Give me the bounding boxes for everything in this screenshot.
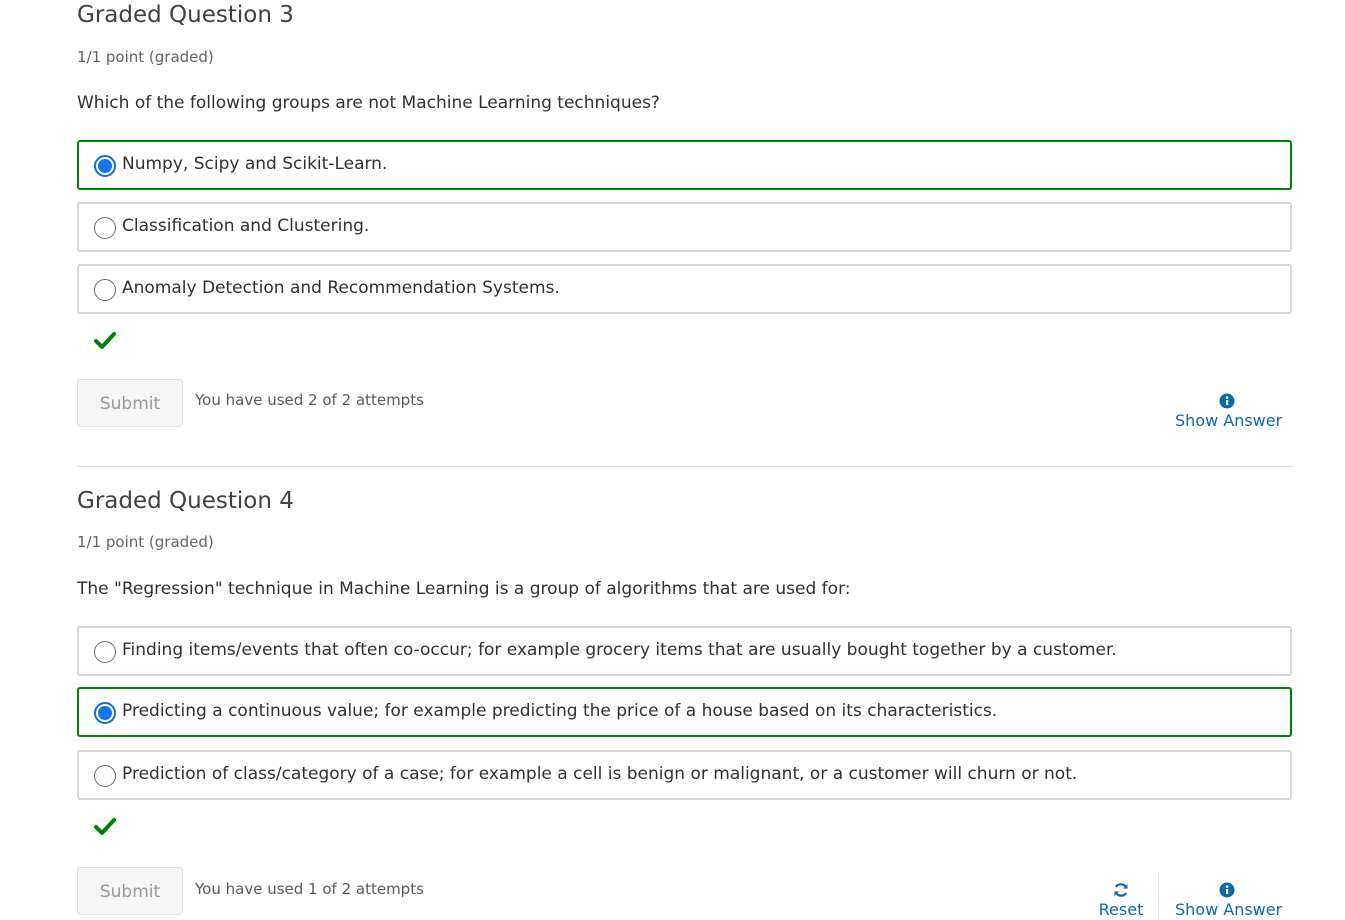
choice-option[interactable]: Numpy, Scipy and Scikit-Learn. [77,140,1292,190]
choice-option[interactable]: Anomaly Detection and Recommendation Sys… [77,264,1292,314]
question-4: Graded Question 4 1/1 point (graded) The… [77,486,1292,920]
divider [77,466,1292,467]
radio-button[interactable] [94,641,116,663]
reset-button[interactable]: Reset [1093,882,1149,919]
checkmark-icon [94,818,116,835]
show-answer-label: Show Answer [1175,900,1283,919]
refresh-icon [1114,883,1128,897]
info-icon [1219,393,1235,409]
choice-label: Numpy, Scipy and Scikit-Learn. [122,154,388,174]
action-separator [1158,872,1159,920]
question-points: 1/1 point (graded) [77,48,214,66]
choice-option[interactable]: Classification and Clustering. [77,202,1292,252]
choice-label: Prediction of class/category of a case; … [122,764,1078,784]
attempts-text: You have used 1 of 2 attempts [195,880,424,898]
attempts-text: You have used 2 of 2 attempts [195,391,424,409]
radio-button[interactable] [94,765,116,787]
question-text: The "Regression" technique in Machine Le… [77,579,851,599]
radio-button-selected[interactable] [94,702,116,724]
choice-label: Finding items/events that often co-occur… [122,640,1117,660]
submit-button[interactable]: Submit [77,379,183,427]
radio-button-selected[interactable] [94,155,116,177]
question-title: Graded Question 3 [77,2,294,28]
question-text: Which of the following groups are not Ma… [77,93,660,113]
choice-option[interactable]: Prediction of class/category of a case; … [77,750,1292,800]
radio-button[interactable] [94,279,116,301]
show-answer-button[interactable]: Show Answer [1175,882,1283,919]
question-points: 1/1 point (graded) [77,533,214,551]
question-3: Graded Question 3 1/1 point (graded) Whi… [77,0,1292,460]
choice-option[interactable]: Predicting a continuous value; for examp… [77,687,1292,737]
choice-label: Anomaly Detection and Recommendation Sys… [122,278,560,298]
info-icon [1219,882,1235,898]
choice-label: Predicting a continuous value; for examp… [122,701,998,721]
show-answer-label: Show Answer [1175,411,1283,430]
choice-label: Classification and Clustering. [122,216,370,236]
show-answer-button[interactable]: Show Answer [1175,393,1283,430]
choice-option[interactable]: Finding items/events that often co-occur… [77,626,1292,676]
submit-button[interactable]: Submit [77,867,183,915]
question-title: Graded Question 4 [77,488,294,514]
radio-button[interactable] [94,217,116,239]
reset-label: Reset [1098,900,1144,919]
checkmark-icon [94,332,116,349]
